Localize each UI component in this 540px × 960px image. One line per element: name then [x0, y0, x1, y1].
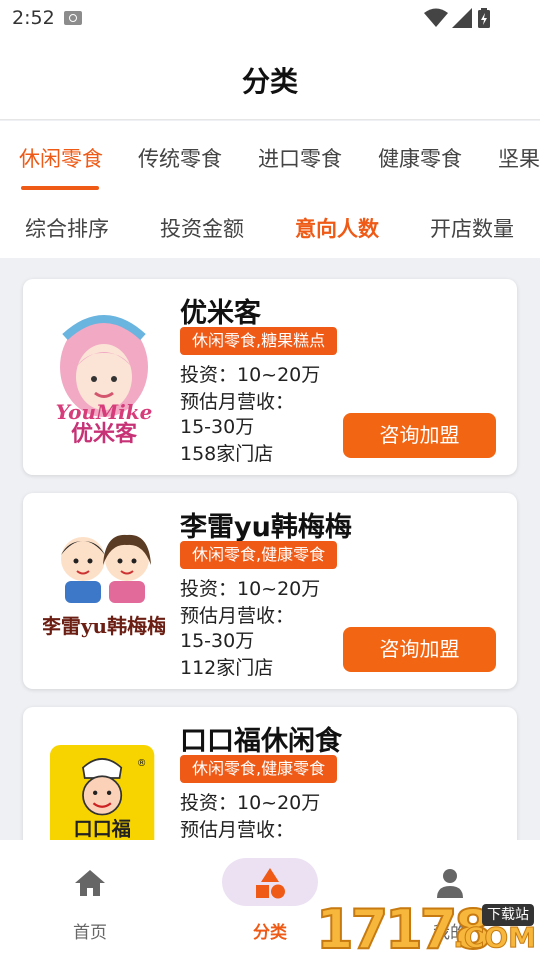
sort-intended-people[interactable]: 意向人数 — [295, 213, 379, 243]
tab-traditional-snacks[interactable]: 传统零食 — [138, 143, 222, 173]
home-icon — [75, 870, 105, 896]
brand-tags: 休闲零食,健康零食 — [180, 541, 338, 569]
revenue-value: 15-30万 — [180, 630, 255, 652]
investment-range: 投资：10~20万 — [180, 792, 321, 814]
brand-logo-koukoufu: ® 口口福 — [49, 745, 155, 840]
store-count: 158家门店 — [180, 443, 274, 465]
logo-text-youmike: YouMike — [56, 400, 153, 424]
watermark: 17178 .COM 下载站 — [315, 899, 540, 960]
brand-name: 李雷yu韩梅梅 — [180, 512, 352, 543]
battery-charging-icon — [478, 8, 490, 28]
brand-tags: 休闲零食,健康零食 — [180, 755, 338, 783]
tab-imported-snacks[interactable]: 进口零食 — [258, 143, 342, 173]
status-bar: 2:52 — [0, 0, 540, 38]
sort-store-count[interactable]: 开店数量 — [430, 213, 514, 243]
shapes-icon — [256, 868, 285, 899]
svg-text:®: ® — [137, 758, 147, 769]
brand-card[interactable]: 李雷yu韩梅梅 李雷yu韩梅梅 休闲零食,健康零食 投资：10~20万 预估月营… — [23, 493, 517, 689]
logo-text-koukoufu: 口口福 — [73, 817, 130, 840]
nav-home-label: 首页 — [73, 923, 107, 943]
signal-icon — [452, 8, 472, 28]
logo-text-youmike-cn: 优米客 — [71, 421, 138, 445]
category-tabs: 休闲零食 传统零食 进口零食 健康零食 坚果 — [0, 121, 540, 193]
store-count: 112家门店 — [180, 657, 274, 679]
status-icons — [424, 8, 504, 28]
revenue-label: 预估月营收： — [180, 391, 295, 413]
sort-tabs: 综合排序 投资金额 意向人数 开店数量 — [0, 193, 540, 258]
watermark-badge: 下载站 — [482, 904, 534, 926]
logo-text-lilei: 李雷yu韩梅梅 — [43, 614, 165, 638]
tab-healthy-snacks[interactable]: 健康零食 — [378, 143, 462, 173]
brand-list: YouMike 优米客 优米客 休闲零食,糖果糕点 投资：10~20万 预估月营… — [0, 258, 540, 840]
nav-home[interactable]: 首页 — [0, 840, 180, 960]
person-icon — [437, 869, 463, 898]
status-time: 2:52 — [12, 7, 55, 29]
brand-card[interactable]: YouMike 优米客 优米客 休闲零食,糖果糕点 投资：10~20万 预估月营… — [23, 279, 517, 475]
brand-card[interactable]: ® 口口福 口口福休闲食 休闲零食,健康零食 投资：10~20万 预估月营收： — [23, 707, 517, 840]
title-bar: 分类 — [0, 38, 540, 120]
investment-range: 投资：10~20万 — [180, 578, 321, 600]
brand-tags: 休闲零食,糖果糕点 — [180, 327, 338, 355]
brand-logo-lilei-hanmeimei: 李雷yu韩梅梅 — [43, 534, 165, 638]
tab-leisure-snacks[interactable]: 休闲零食 — [19, 143, 103, 173]
active-tab-indicator — [21, 186, 99, 190]
revenue-label: 预估月营收： — [180, 605, 295, 627]
sort-comprehensive[interactable]: 综合排序 — [25, 213, 109, 243]
sort-investment[interactable]: 投资金额 — [160, 213, 244, 243]
wifi-icon — [424, 8, 448, 27]
brand-name: 口口福休闲食 — [180, 726, 342, 757]
consult-join-button[interactable]: 咨询加盟 — [343, 413, 496, 458]
revenue-value: 15-30万 — [180, 416, 255, 438]
brand-name: 优米客 — [180, 298, 261, 329]
revenue-label: 预估月营收： — [180, 819, 295, 840]
page-title: 分类 — [241, 65, 298, 98]
camera-notification-icon — [64, 11, 82, 25]
tab-nuts[interactable]: 坚果 — [498, 143, 540, 173]
investment-range: 投资：10~20万 — [180, 364, 321, 386]
brand-logo-youmike: YouMike 优米客 — [56, 315, 153, 445]
consult-join-button[interactable]: 咨询加盟 — [343, 627, 496, 672]
